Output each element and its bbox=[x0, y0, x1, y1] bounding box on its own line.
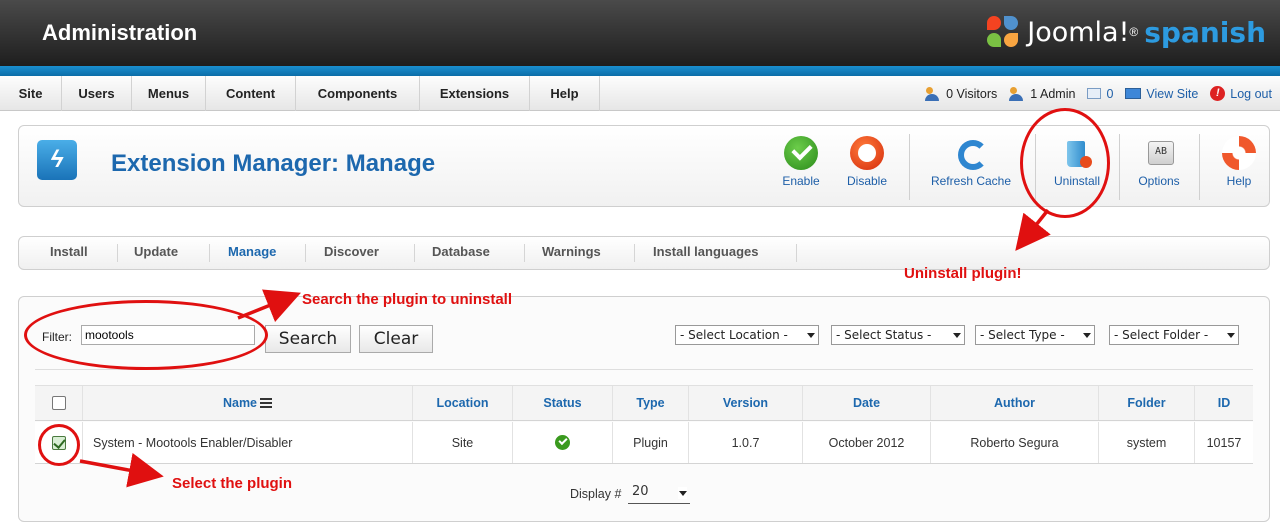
annotation-arrows bbox=[79, 208, 1051, 488]
arrow-to-search-note bbox=[237, 289, 301, 323]
arrow-to-uninstall-note bbox=[1015, 208, 1051, 251]
arrow-to-select-note bbox=[79, 452, 164, 488]
